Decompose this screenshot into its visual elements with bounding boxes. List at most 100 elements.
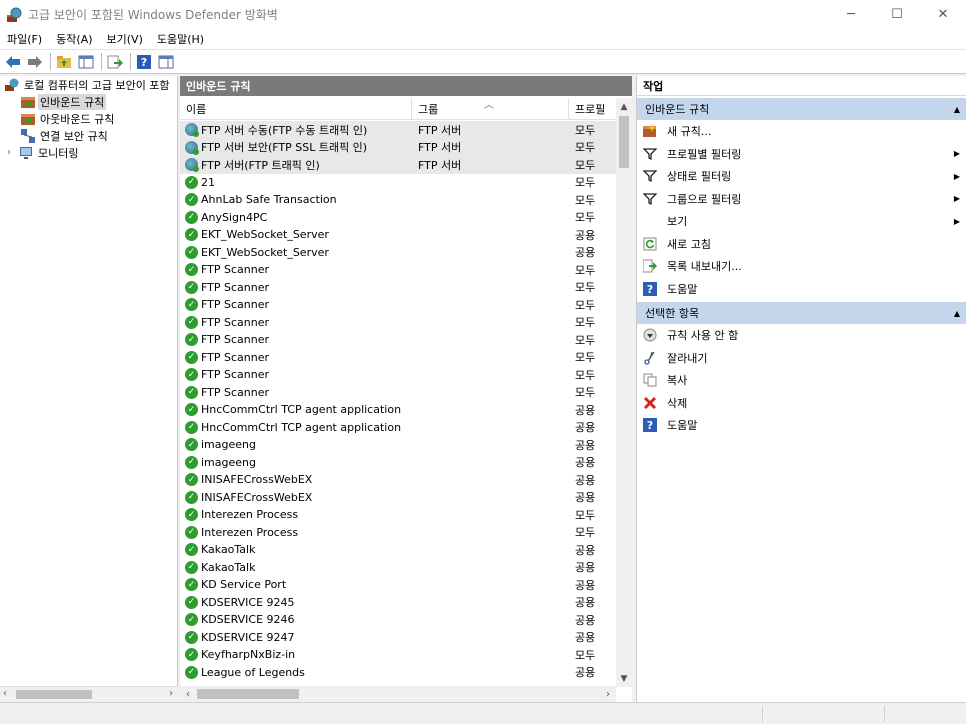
table-row[interactable]: ✓ KDSERVICE 9245 공용 (180, 594, 616, 612)
show-hide-tree-button[interactable] (76, 52, 96, 71)
scrollbar-thumb[interactable] (619, 116, 629, 168)
help-toolbar-button[interactable]: ? (134, 52, 154, 71)
action-item[interactable]: 보기 ▶ (637, 210, 966, 233)
table-row[interactable]: ✓ FTP Scanner 모두 (180, 296, 616, 314)
action-item[interactable]: 규칙 사용 안 함 (637, 324, 966, 347)
forward-arrow-icon (28, 55, 42, 68)
table-row[interactable]: FTP 서버 보안(FTP SSL 트래픽 인) FTP 서버 모두 (180, 138, 616, 156)
table-row[interactable]: ✓ KeyfharpNxBiz-in 모두 (180, 646, 616, 664)
table-row[interactable]: ✓ HncCommCtrl TCP agent application 공용 (180, 401, 616, 419)
rule-profile: 공용 (575, 561, 596, 575)
menu-action[interactable]: 동작(A) (49, 31, 99, 47)
tree-item-connection-security[interactable]: 연결 보안 규칙 (0, 127, 177, 144)
action-section-selected[interactable]: 선택한 항목 ▲ (637, 302, 966, 324)
forward-button[interactable] (25, 52, 45, 71)
enabled-check-icon: ✓ (185, 438, 198, 452)
menu-file[interactable]: 파일(F) (0, 31, 49, 47)
table-row[interactable]: ✓ KakaoTalk 공용 (180, 541, 616, 559)
action-item[interactable]: 상태로 필터링 ▶ (637, 165, 966, 188)
rules-vertical-scrollbar[interactable]: ▲ ▼ (616, 98, 632, 687)
table-row[interactable]: ✓ AhnLab Safe Transaction 모두 (180, 191, 616, 209)
scrollbar-thumb[interactable] (197, 689, 299, 699)
action-item[interactable]: ? 도움말 (637, 278, 966, 301)
column-header-group[interactable]: 그룹 ︿ (412, 97, 569, 120)
menu-view[interactable]: 보기(V) (100, 31, 150, 47)
table-row[interactable]: ✓ Interezen Process 모두 (180, 506, 616, 524)
action-item[interactable]: 새 규칙... (637, 120, 966, 143)
table-row[interactable]: ✓ League of Legends 공용 (180, 664, 616, 682)
action-pane-icon (158, 55, 174, 68)
action-item[interactable]: 삭제 (637, 392, 966, 415)
scroll-right-arrow-icon[interactable]: › (600, 686, 616, 702)
tree-horizontal-scrollbar[interactable]: ‹ › (0, 686, 178, 701)
table-row[interactable]: ✓ 21 모두 (180, 174, 616, 192)
rule-name: FTP Scanner (201, 298, 269, 312)
rule-profile: 모두 (575, 298, 596, 312)
table-row[interactable]: ✓ INISAFECrossWebEX 공용 (180, 489, 616, 507)
action-item[interactable]: 그룹으로 필터링 ▶ (637, 188, 966, 211)
show-action-pane-button[interactable] (156, 52, 176, 71)
scroll-down-arrow-icon[interactable]: ▼ (616, 670, 632, 687)
rule-name: EKT_WebSocket_Server (201, 228, 329, 242)
action-item[interactable]: 새로 고침 (637, 233, 966, 256)
action-item[interactable]: 복사 (637, 369, 966, 392)
table-row[interactable]: ✓ FTP Scanner 모두 (180, 366, 616, 384)
scroll-left-arrow-icon[interactable]: ‹ (180, 686, 196, 702)
table-row[interactable]: ✓ FTP Scanner 모두 (180, 279, 616, 297)
table-row[interactable]: ✓ KakaoTalk 공용 (180, 559, 616, 577)
back-button[interactable] (3, 52, 23, 71)
table-row[interactable]: ✓ FTP Scanner 모두 (180, 384, 616, 402)
table-row[interactable]: ✓ Interezen Process 모두 (180, 524, 616, 542)
action-item[interactable]: 목록 내보내기... (637, 255, 966, 278)
rule-profile: 공용 (575, 666, 596, 680)
rule-name: KDSERVICE 9245 (201, 595, 295, 609)
action-section-inbound[interactable]: 인바운드 규칙 ▲ (637, 98, 966, 120)
maximize-button[interactable]: ☐ (874, 0, 920, 29)
enabled-check-icon: ✓ (185, 263, 198, 277)
table-row[interactable]: FTP 서버(FTP 트래픽 인) FTP 서버 모두 (180, 156, 616, 174)
table-row[interactable]: ✓ FTP Scanner 모두 (180, 331, 616, 349)
export-button[interactable] (105, 52, 125, 71)
minimize-button[interactable]: ─ (828, 0, 874, 29)
table-row[interactable]: ✓ FTP Scanner 모두 (180, 349, 616, 367)
scroll-right-arrow-icon[interactable]: › (169, 688, 173, 699)
submenu-arrow-icon: ▶ (953, 149, 960, 159)
action-item[interactable]: 잘라내기 (637, 347, 966, 370)
tree-root[interactable]: 로컬 컴퓨터의 고급 보안이 포함 (0, 76, 177, 93)
column-header-name[interactable]: 이름 (180, 97, 412, 120)
tree-item-inbound-rules[interactable]: 인바운드 규칙 (0, 93, 177, 110)
scrollbar-thumb[interactable] (16, 690, 92, 699)
table-row[interactable]: ✓ HncCommCtrl TCP agent application 공용 (180, 419, 616, 437)
tree-item-label: 연결 보안 규칙 (40, 129, 108, 143)
table-row[interactable]: ✓ imageeng 공용 (180, 436, 616, 454)
rules-horizontal-scrollbar[interactable]: ‹ › (180, 686, 616, 702)
rule-name: KDSERVICE 9247 (201, 630, 295, 644)
enabled-check-icon: ✓ (185, 595, 198, 609)
close-button[interactable]: ✕ (920, 0, 966, 29)
table-row[interactable]: ✓ FTP Scanner 모두 (180, 314, 616, 332)
tree-item-outbound-rules[interactable]: 아웃바운드 규칙 (0, 110, 177, 127)
chevron-right-icon[interactable]: › (7, 147, 19, 158)
action-item[interactable]: ? 도움말 (637, 414, 966, 437)
scroll-up-arrow-icon[interactable]: ▲ (616, 98, 632, 115)
table-row[interactable]: ✓ EKT_WebSocket_Server 공용 (180, 226, 616, 244)
menu-help[interactable]: 도움말(H) (150, 31, 211, 47)
scroll-left-arrow-icon[interactable]: ‹ (3, 688, 7, 699)
table-row[interactable]: FTP 서버 수동(FTP 수동 트래픽 인) FTP 서버 모두 (180, 121, 616, 139)
up-folder-button[interactable] (54, 52, 74, 71)
table-row[interactable]: ✓ KDSERVICE 9246 공용 (180, 611, 616, 629)
table-row[interactable]: ✓ imageeng 공용 (180, 454, 616, 472)
tree-item-monitoring[interactable]: › 모니터링 (0, 144, 177, 161)
action-item[interactable]: 프로필별 필터링 ▶ (637, 143, 966, 166)
export-icon (643, 259, 657, 273)
collapse-up-icon[interactable]: ▲ (954, 309, 960, 318)
table-row[interactable]: ✓ INISAFECrossWebEX 공용 (180, 471, 616, 489)
rule-name: KDSERVICE 9246 (201, 613, 295, 627)
column-header-profile[interactable]: 프로필 (569, 98, 616, 120)
table-row[interactable]: ✓ KDSERVICE 9247 공용 (180, 629, 616, 647)
table-row[interactable]: ✓ FTP Scanner 모두 (180, 261, 616, 279)
table-row[interactable]: ✓ KD Service Port 공용 (180, 576, 616, 594)
table-row[interactable]: ✓ AnySign4PC 모두 (180, 209, 616, 227)
collapse-up-icon[interactable]: ▲ (954, 105, 960, 114)
table-row[interactable]: ✓ EKT_WebSocket_Server 공용 (180, 244, 616, 262)
